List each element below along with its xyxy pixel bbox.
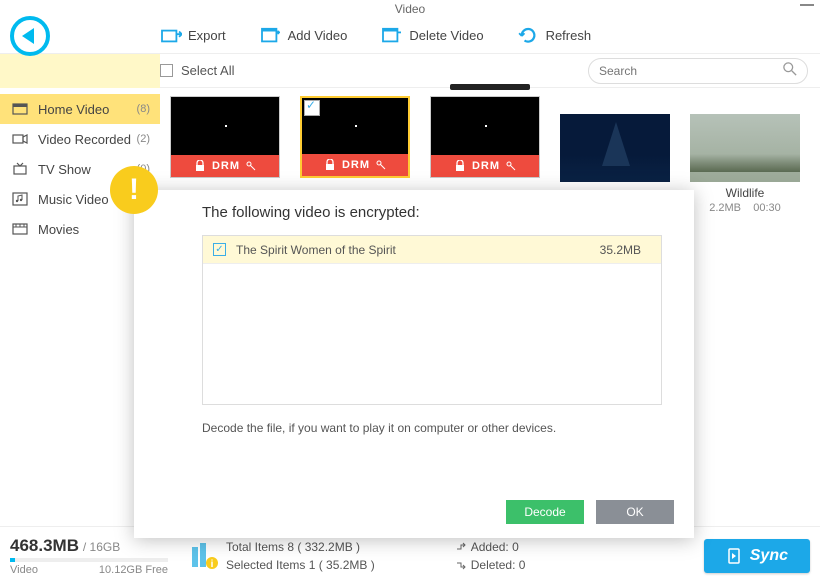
key-icon — [506, 161, 516, 171]
drm-badge: DRM — [171, 155, 279, 177]
storage-used: 468.3MB — [10, 536, 79, 555]
sync-label: Sync — [750, 547, 788, 565]
dialog-file-row[interactable]: ✓ The Spirit Women of the Spirit 35.2MB — [203, 236, 661, 264]
scroll-indicator — [450, 84, 530, 90]
added-count: Added: 0 — [471, 538, 519, 556]
lock-icon — [194, 160, 206, 172]
delete-video-button[interactable]: Delete Video — [381, 27, 483, 45]
thumb-title: Wildlife — [690, 186, 800, 200]
storage-total: / 16GB — [83, 540, 120, 554]
add-video-label: Add Video — [288, 28, 348, 43]
added-icon — [455, 541, 467, 553]
refresh-button[interactable]: Refresh — [518, 27, 592, 45]
search-input[interactable] — [599, 64, 783, 78]
sidebar-item-video-recorded[interactable]: Video Recorded (2) — [0, 124, 160, 154]
sidebar-item-home-video[interactable]: Home Video (8) — [0, 94, 160, 124]
decode-button[interactable]: Decode — [506, 500, 584, 524]
add-video-icon — [260, 27, 282, 45]
window-title: Video — [395, 2, 425, 16]
window-minimize[interactable] — [800, 4, 814, 6]
drm-badge: DRM — [302, 154, 408, 176]
select-all-checkbox[interactable] — [160, 64, 173, 77]
selected-items: Selected Items 1 ( 35.2MB ) — [226, 556, 375, 574]
export-button[interactable]: Export — [160, 27, 226, 45]
dialog-title: The following video is encrypted: — [202, 204, 670, 221]
movies-icon — [10, 222, 30, 236]
file-name: The Spirit Women of the Spirit — [236, 243, 396, 257]
encrypted-video-dialog: ! The following video is encrypted: ✓ Th… — [134, 190, 694, 538]
thumb-image — [690, 114, 800, 182]
export-icon — [160, 27, 182, 45]
refresh-label: Refresh — [546, 28, 592, 43]
delete-video-icon — [381, 27, 403, 45]
sync-icon — [726, 548, 742, 564]
add-video-button[interactable]: Add Video — [260, 27, 348, 45]
storage-label: Video — [10, 564, 38, 576]
search-icon — [783, 62, 797, 79]
ok-button[interactable]: OK — [596, 500, 674, 524]
home-video-icon — [10, 102, 30, 116]
sidebar-item-label: Home Video — [38, 102, 109, 117]
lock-icon — [454, 160, 466, 172]
key-icon — [246, 161, 256, 171]
sync-button[interactable]: Sync — [704, 539, 810, 573]
deleted-count: Deleted: 0 — [471, 556, 526, 574]
storage-free: 10.12GB Free — [99, 564, 168, 576]
svg-text:i: i — [211, 559, 214, 570]
sidebar-item-label: TV Show — [38, 162, 91, 177]
total-items: Total Items 8 ( 332.2MB ) — [226, 538, 375, 556]
thumb-size: 2.2MB — [709, 202, 741, 214]
sidebar-item-label: Music Video — [38, 192, 109, 207]
sidebar-item-count: (8) — [137, 103, 150, 115]
sidebar-item-label: Movies — [38, 222, 79, 237]
thumb-duration: 00:30 — [753, 202, 781, 214]
info-icon: i — [188, 541, 218, 571]
sidebar-item-label: Video Recorded — [38, 132, 131, 147]
deleted-icon — [455, 559, 467, 571]
select-all-label: Select All — [181, 63, 234, 78]
storage-info: 468.3MB / 16GB Video 10.12GB Free — [10, 536, 168, 576]
dialog-note: Decode the file, if you want to play it … — [202, 421, 670, 435]
lock-icon — [324, 159, 336, 171]
export-label: Export — [188, 28, 226, 43]
refresh-icon — [518, 27, 540, 45]
thumb-image — [560, 114, 670, 182]
warning-icon: ! — [110, 166, 158, 214]
dialog-file-list: ✓ The Spirit Women of the Spirit 35.2MB — [202, 235, 662, 405]
back-arrow-icon — [22, 28, 34, 44]
file-size: 35.2MB — [600, 243, 641, 257]
video-thumb-wildlife[interactable]: Wildlife 2.2MB 00:30 — [690, 114, 800, 214]
tv-show-icon — [10, 162, 30, 176]
delete-video-label: Delete Video — [409, 28, 483, 43]
drm-badge: DRM — [431, 155, 539, 177]
back-button[interactable] — [10, 16, 50, 56]
video-recorded-icon — [10, 132, 30, 146]
key-icon — [376, 160, 386, 170]
file-checkbox[interactable]: ✓ — [213, 243, 226, 256]
music-video-icon — [10, 192, 30, 206]
sidebar-item-count: (2) — [137, 133, 150, 145]
search-field[interactable] — [588, 58, 808, 84]
